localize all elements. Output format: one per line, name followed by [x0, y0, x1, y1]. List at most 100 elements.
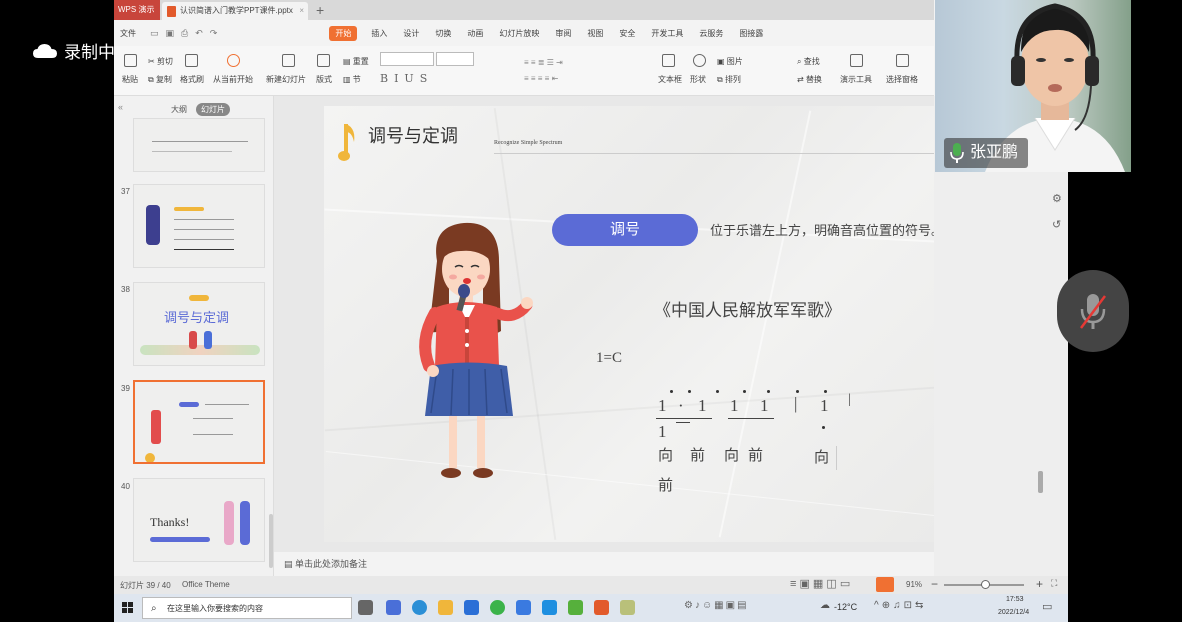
undo-icon[interactable]: ↶ — [195, 28, 203, 39]
tab-slides[interactable]: 幻灯片 — [196, 103, 230, 116]
properties-icon[interactable]: ⚙ — [1052, 192, 1062, 205]
tab-outline[interactable]: 大纲 — [166, 103, 192, 116]
slide-thumbnail-37[interactable] — [133, 184, 265, 268]
app-icon-paint[interactable] — [620, 600, 635, 615]
slide-scrollbar[interactable] — [1038, 471, 1043, 493]
select-pane-button[interactable]: 选择窗格 — [886, 74, 918, 85]
new-tab-icon[interactable]: + — [316, 0, 324, 20]
menu-home[interactable]: 开始 — [329, 25, 358, 41]
menu-extra[interactable]: 图接露 — [739, 28, 763, 39]
thumb-number: 37 — [121, 187, 130, 196]
menu-transition[interactable]: 切换 — [435, 28, 451, 39]
zoom-level[interactable]: 91% — [906, 580, 922, 589]
textbox-button[interactable]: 文本框 — [658, 74, 682, 85]
tab-wps-home[interactable]: WPS 演示 — [114, 0, 160, 20]
tab-document[interactable]: 认识简谱入门教学PPT课件.pptx × — [162, 2, 308, 20]
notes-bar[interactable]: ▤ 单击此处添加备注 — [274, 552, 934, 576]
clock-time[interactable]: 17:53 — [1006, 596, 1024, 603]
calculator-icon[interactable] — [386, 600, 401, 615]
align-tools[interactable]: ≡ ≡ ≡ ≡ ⇤ — [524, 74, 558, 83]
music-note-icon — [338, 124, 355, 161]
play-from-current-icon[interactable] — [227, 54, 240, 67]
collapse-panel-icon[interactable]: « — [118, 102, 123, 112]
shape-icon[interactable] — [693, 54, 706, 67]
thumb-title: 调号与定调 — [164, 310, 230, 325]
presentation-tools-icon[interactable] — [850, 54, 863, 67]
menu-file[interactable]: 文件 — [120, 28, 136, 39]
weather-temp[interactable]: -12°C — [834, 602, 857, 612]
paste-button[interactable]: 粘贴 — [122, 74, 138, 85]
text-format-buttons[interactable]: BIUS — [380, 72, 433, 85]
windows-start-icon[interactable] — [122, 602, 134, 614]
textbox-icon[interactable] — [662, 54, 675, 67]
menu-animation[interactable]: 动画 — [467, 28, 483, 39]
system-tray-icons[interactable]: ^⊕♫⊡⇆ — [874, 600, 926, 611]
menu-design[interactable]: 设计 — [403, 28, 419, 39]
wps-presentation-icon[interactable] — [594, 600, 609, 615]
menu-review[interactable]: 审阅 — [555, 28, 571, 39]
print-icon[interactable]: ⎙ — [181, 28, 188, 39]
app-icon-blue[interactable] — [464, 600, 479, 615]
layout-button[interactable]: 版式 — [316, 74, 332, 85]
picture-button[interactable]: ▣ 图片 — [717, 56, 743, 67]
taskbar-search-input[interactable]: ⌕ 在这里输入你要搜索的内容 — [142, 597, 352, 619]
clock-date[interactable]: 2022/12/4 — [998, 609, 1029, 616]
menu-view[interactable]: 视图 — [587, 28, 603, 39]
task-view-icon[interactable] — [358, 600, 373, 615]
find-button[interactable]: ⌕ 查找 — [797, 56, 820, 67]
notification-icon[interactable]: ▭ — [1042, 600, 1052, 613]
from-current-button[interactable]: 从当前开始 — [213, 74, 253, 85]
save-icon[interactable]: ▣ — [166, 28, 175, 39]
mute-microphone-button[interactable] — [1057, 270, 1129, 352]
wechat-icon[interactable] — [490, 600, 505, 615]
slide-thumbnail-39-selected[interactable] — [133, 380, 265, 464]
format-painter-button[interactable]: 格式刷 — [180, 74, 204, 85]
slide-canvas[interactable]: 调号与定调 Recognize Simple Spectrum 调号 位于乐谱左… — [324, 106, 993, 542]
paragraph-tools[interactable]: ≡ ≡ ≣ ☰ ⇥ — [524, 58, 563, 67]
note: 1 — [730, 396, 739, 415]
arrange-button[interactable]: ⧉ 排列 — [717, 74, 741, 85]
zoom-out-icon[interactable]: − — [931, 577, 938, 591]
slide-thumbnail-40[interactable]: Thanks! — [133, 478, 265, 562]
menu-cloud[interactable]: 云服务 — [699, 28, 723, 39]
reset-button[interactable]: ▤ 重置 — [343, 56, 369, 67]
wps-writer-icon[interactable] — [516, 600, 531, 615]
select-pane-icon[interactable] — [896, 54, 909, 67]
edge-icon[interactable] — [412, 600, 427, 615]
format-painter-icon[interactable] — [185, 54, 198, 67]
play-animation-icon[interactable] — [145, 453, 155, 462]
paste-icon[interactable] — [124, 54, 137, 67]
view-buttons[interactable]: ≡ ▣ ▦ ◫ ▭ — [790, 577, 850, 590]
menu-security[interactable]: 安全 — [619, 28, 635, 39]
redo-icon[interactable]: ↷ — [210, 28, 218, 39]
menu-developer[interactable]: 开发工具 — [651, 28, 683, 39]
slide-thumbnail-38[interactable]: 调号与定调 — [133, 282, 265, 366]
menu-insert[interactable]: 插入 — [371, 28, 387, 39]
open-icon[interactable]: ▭ — [150, 28, 159, 39]
font-name-input[interactable] — [380, 52, 434, 66]
tab-document-label: 认识简谱入门教学PPT课件.pptx — [180, 6, 293, 15]
zoom-slider-knob[interactable] — [981, 580, 990, 589]
tray-app-icons[interactable]: ⚙♪☺▦▣▤ — [684, 600, 749, 611]
replace-button[interactable]: ⇄ 替换 — [797, 74, 822, 85]
meeting-app-icon[interactable] — [542, 600, 557, 615]
fit-window-icon[interactable]: ⛶ — [1051, 578, 1057, 589]
slide-thumbnail-36[interactable] — [133, 118, 265, 172]
zoom-in-icon[interactable]: + — [1036, 577, 1043, 591]
font-size-input[interactable] — [436, 52, 474, 66]
new-slide-icon[interactable] — [282, 54, 295, 67]
cut-button[interactable]: ✂ 剪切 — [148, 56, 173, 67]
close-tab-icon[interactable]: × — [299, 2, 304, 20]
presentation-tools-button[interactable]: 演示工具 — [840, 74, 872, 85]
section-button[interactable]: ▥ 节 — [343, 74, 361, 85]
app-icon-green[interactable] — [568, 600, 583, 615]
new-slide-button[interactable]: 新建幻灯片 — [266, 74, 306, 85]
file-explorer-icon[interactable] — [438, 600, 453, 615]
layout-icon[interactable] — [317, 54, 330, 67]
history-icon[interactable]: ↺ — [1052, 218, 1061, 231]
thumbnail-scrollbar[interactable] — [269, 514, 273, 568]
shape-button[interactable]: 形状 — [690, 74, 706, 85]
copy-button[interactable]: ⧉ 复制 — [148, 74, 172, 85]
menu-slideshow[interactable]: 幻灯片放映 — [499, 28, 539, 39]
play-slideshow-button[interactable] — [876, 577, 894, 592]
